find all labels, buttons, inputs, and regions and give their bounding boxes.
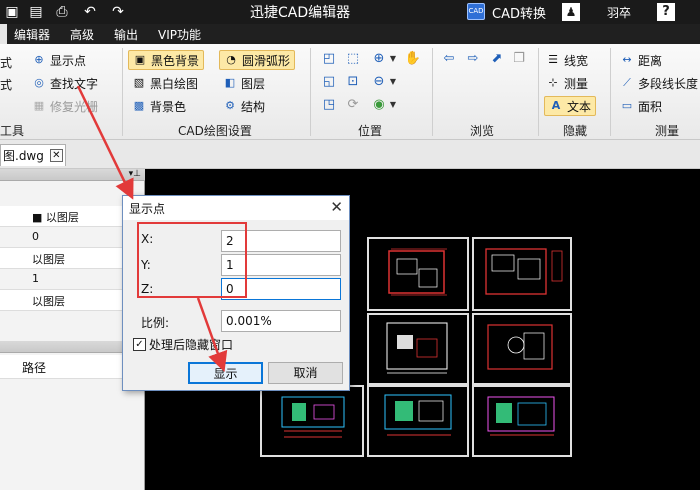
dialog-title-bar[interactable]: 显示点 ✕ [123,196,349,220]
hide-group-label: 隐藏 [563,124,588,138]
ribbon-cut-1[interactable]: 式 [0,52,12,72]
structure-button[interactable]: ⚙ 结构 [223,96,265,116]
find-text-button[interactable]: ◎ 查找文字 [32,73,98,93]
palette-icon: ▩ [133,99,145,112]
text-toggle[interactable]: A 文本 [544,96,597,116]
text-a-icon: A [551,99,561,112]
menu-item-active-cut[interactable] [0,24,7,44]
ribbon-cut-group-label: 工具 [0,124,25,138]
dialog-title: 显示点 [129,202,166,216]
distance-button[interactable]: ↔ 距离 [620,50,662,70]
drawing-sheet[interactable] [367,313,469,385]
close-icon[interactable]: ✕ [330,198,343,216]
document-tab-strip: 图.dwg ✕ [0,140,700,169]
document-tab[interactable]: 图.dwg ✕ [0,144,66,166]
line-width-toggle[interactable]: ☰ 线宽 [546,50,588,70]
zoom-extents-icon[interactable]: ⬚ [344,50,362,68]
chevron-down-icon[interactable]: ▼ [384,96,402,114]
chevron-down-icon[interactable]: ▼ [384,50,402,68]
menu-item-output[interactable]: 输出 [114,26,138,43]
find-icon: ◎ [34,76,44,89]
cancel-button[interactable]: 取消 [268,362,343,384]
drawing-sheet[interactable] [472,385,572,457]
show-button[interactable]: 显示 [188,362,263,384]
menu-item-advanced[interactable]: 高级 [70,26,94,43]
target-icon: ⊕ [34,53,44,66]
menu-item-editor[interactable]: 编辑器 [14,26,50,43]
user-name[interactable]: 羽卒 [607,4,631,21]
area-button[interactable]: ▭ 面积 [620,96,662,116]
export-icon[interactable]: ⬈ [488,50,506,68]
back-arrow-icon[interactable]: ⇦ [440,50,458,68]
bw-drawing-button[interactable]: ▧ 黑白绘图 [132,73,198,93]
black-bg-icon: ▣ [134,53,146,66]
close-icon[interactable]: ✕ [49,149,63,162]
measure-group-label: 测量 [655,124,680,138]
distance-icon: ↔ [622,53,632,66]
title-bar: ▣ ▤ ⎙ ↶ ↷ 迅捷CAD编辑器 CAD CAD转换 ♟ 羽卒 ? [0,0,700,24]
properties-panel-header: ▾⊥ [0,169,145,181]
print-icon[interactable]: ⎙ [52,2,72,22]
polyline-icon: ⟋ [623,76,631,89]
pan-hand-icon[interactable]: ✋ [404,50,422,68]
drawing-sheet[interactable] [472,237,572,311]
line-width-icon: ☰ [548,53,558,66]
bw-icon: ▧ [133,76,145,89]
save-icon[interactable]: ▣ [2,2,22,22]
drawing-sheet[interactable] [367,385,469,457]
menu-item-vip[interactable]: VIP功能 [158,26,201,43]
repair-raster-button[interactable]: ▦ 修复光栅 [32,96,98,116]
area-icon: ▭ [621,99,633,112]
browse-group-label: 浏览 [470,124,495,138]
pdf-icon[interactable]: ▤ [26,2,46,22]
layers-icon: ◧ [224,76,236,89]
undo-icon[interactable]: ↶ [80,2,100,22]
regen-icon[interactable]: ⟳ [344,96,362,114]
measure-toggle[interactable]: ⊹ 测量 [546,73,588,93]
pin-icon[interactable]: ▾⊥ [129,169,141,179]
zoom-window-icon[interactable]: ◰ [320,50,338,68]
redo-icon[interactable]: ↷ [108,2,128,22]
background-color-button[interactable]: ▩ 背景色 [132,96,186,116]
scale-input[interactable]: 0.001% [221,310,341,332]
chevron-down-icon[interactable]: ▼ [384,73,402,91]
smooth-arc-toggle[interactable]: ◔ 圆滑弧形 [219,50,296,70]
app-title: 迅捷CAD编辑器 [250,5,351,21]
layers-button[interactable]: ◧ 图层 [223,73,265,93]
zoom-center-icon[interactable]: ⊡ [344,73,362,91]
drawing-sheet[interactable] [367,237,469,311]
cad-convert-button[interactable]: CAD转换 [492,3,546,22]
view-icon[interactable]: ◳ [320,96,338,114]
path-column-header[interactable]: 路径 [22,359,46,376]
copy-icon[interactable]: ❐ [510,50,528,68]
help-button[interactable]: ? [657,3,675,21]
position-group-label: 位置 [358,124,383,138]
black-background-toggle[interactable]: ▣ 黑色背景 [128,50,205,70]
ribbon: 式 式 工具 ⊕ 显示点 ◎ 查找文字 ▦ 修复光栅 ▣ 黑色背景 ◔ 圆滑弧形 ▧ 黑白绘… [0,44,700,140]
document-tab-label: 图.dwg [3,149,44,163]
cad-settings-group-label: CAD绘图设置 [178,124,252,138]
xyz-highlight-box [137,222,247,298]
show-point-button[interactable]: ⊕ 显示点 [32,50,86,70]
raster-icon: ▦ [33,99,45,112]
scale-label: 比例: [141,316,170,330]
drawing-sheet[interactable] [260,385,364,457]
polyline-length-button[interactable]: ⟋ 多段线长度 [620,73,698,93]
menu-bar: 编辑器 高级 输出 VIP功能 [0,24,700,44]
structure-icon: ⚙ [225,99,235,112]
forward-arrow-icon[interactable]: ⇨ [464,50,482,68]
user-icon[interactable]: ♟ [562,3,580,21]
checkbox-check-icon[interactable]: ✓ [133,338,146,351]
cad-convert-icon[interactable]: CAD [467,3,485,20]
hide-after-checkbox[interactable]: ✓ 处理后隐藏窗口 [133,336,233,353]
arc-icon: ◔ [226,53,236,66]
ribbon-cut-2[interactable]: 式 [0,74,12,94]
measure-icon: ⊹ [548,76,558,89]
drawing-sheet[interactable] [472,313,572,385]
zoom-fit-icon[interactable]: ◱ [320,73,338,91]
